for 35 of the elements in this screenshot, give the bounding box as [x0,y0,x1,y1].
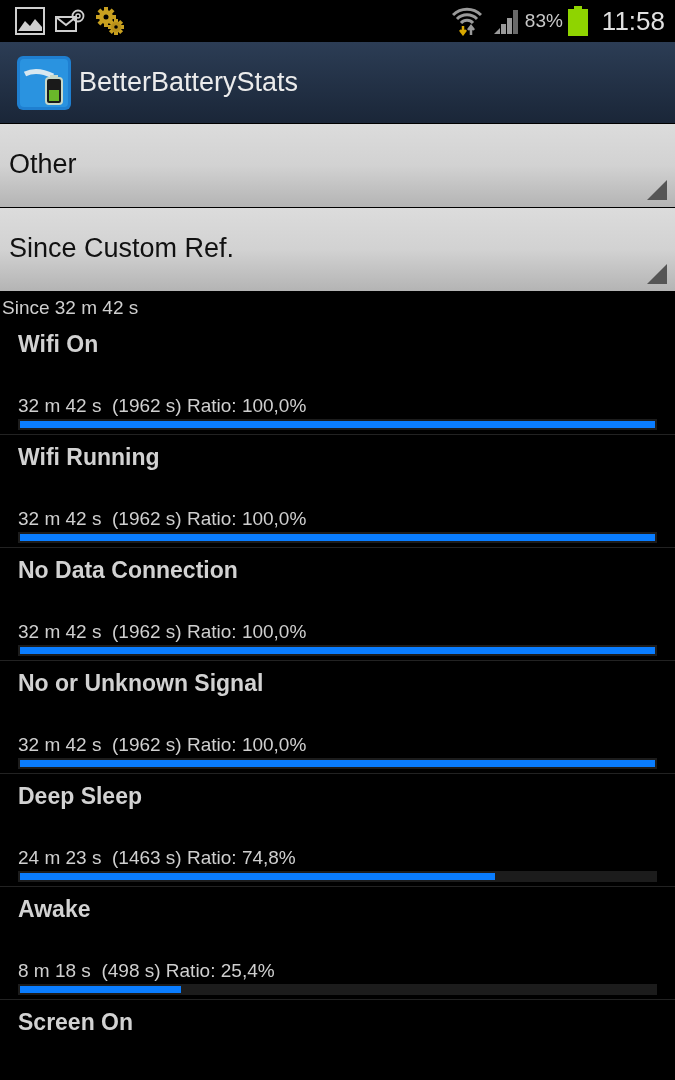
stat-name: No or Unknown Signal [18,669,264,698]
stat-name: Awake [18,895,91,924]
app-logo-icon [17,55,71,110]
stat-list-item[interactable]: Deep Sleep 24 m 23 s (1463 s) Ratio: 74,8% [0,774,675,887]
since-label: Since 32 m 42 s [2,297,139,319]
wifi-icon [451,6,482,36]
app-title: BetterBatteryStats [79,66,299,100]
battery-icon [567,6,588,36]
stat-list-item[interactable]: Screen On [0,1000,675,1080]
dropdown-spinner[interactable]: Other [0,124,675,207]
stat-list-item[interactable]: No or Unknown Signal 32 m 42 s (1962 s) Ratio: 100,0% [0,661,675,774]
envelope-icon[interactable] [55,9,85,33]
picture-icon[interactable] [15,7,45,35]
stat-detail: 32 m 42 s (1962 s) Ratio: 100,0% [18,734,307,756]
stat-name: Deep Sleep [18,782,142,811]
stat-list-item[interactable]: Awake 8 m 18 s (498 s) Ratio: 25,4% [0,887,675,1000]
stat-list-item[interactable]: Wifi Running 32 m 42 s (1962 s) Ratio: 100,0% [0,435,675,548]
signal-icon [493,8,520,34]
dropdown-triangle-icon [647,180,667,200]
stat-list-item[interactable]: No Data Connection 32 m 42 s (1962 s) Ratio: 100,0% [0,548,675,661]
battery-percent: 83% [524,8,563,33]
stat-detail: 32 m 42 s (1962 s) Ratio: 100,0% [18,395,307,417]
clock-time: 11:58 [601,4,665,38]
stat-name: Wifi Running [18,443,160,472]
gears-icon[interactable] [95,6,125,36]
stat-detail: 32 m 42 s (1962 s) Ratio: 100,0% [18,621,307,643]
stat-list-item[interactable]: Wifi On 32 m 42 s (1962 s) Ratio: 100,0% [0,322,675,435]
stat-detail: 8 m 18 s (498 s) Ratio: 25,4% [18,960,275,982]
stat-name: Screen On [18,1008,134,1037]
stat-name: No Data Connection [18,556,238,585]
dropdown-triangle-icon [647,264,667,284]
stat-name: Wifi On [18,330,99,359]
stat-detail: 32 m 42 s (1962 s) Ratio: 100,0% [18,508,307,530]
stat-detail: 24 m 23 s (1463 s) Ratio: 74,8% [18,847,296,869]
dropdown-spinner[interactable]: Since Custom Ref. [0,208,675,291]
